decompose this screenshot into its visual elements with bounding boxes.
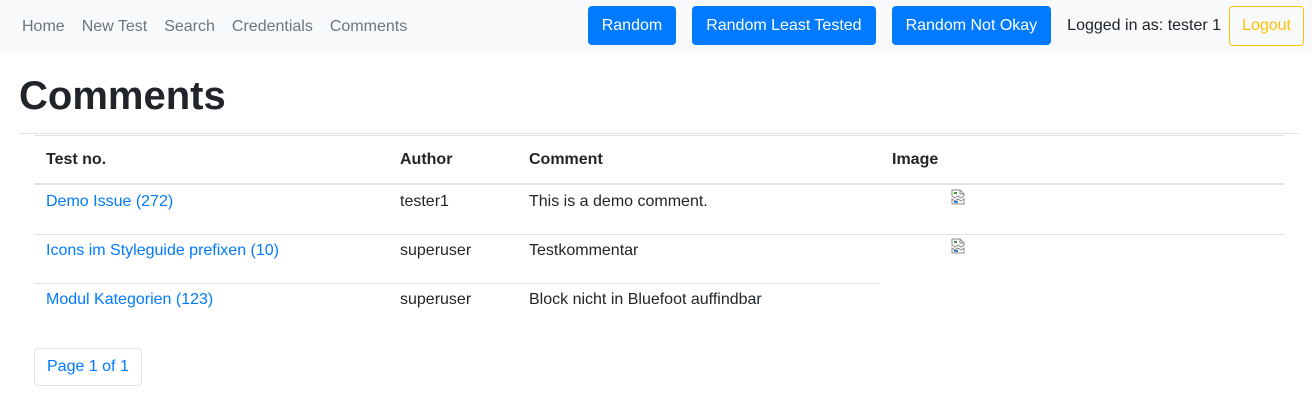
comment-cell: This is a demo comment.	[529, 193, 708, 210]
broken-image-icon	[951, 189, 965, 205]
nav-link-search[interactable]: Search	[164, 18, 215, 36]
header-test-no: Test no.	[46, 151, 107, 168]
pagination-button[interactable]: Page 1 of 1	[34, 348, 142, 386]
test-link[interactable]: Demo Issue (272)	[46, 193, 173, 211]
page-title: Comments	[19, 74, 226, 118]
nav-link-credentials[interactable]: Credentials	[232, 18, 313, 36]
table-top-border	[34, 135, 1284, 136]
random-least-tested-button[interactable]: Random Least Tested	[692, 6, 876, 45]
author-cell: superuser	[400, 242, 472, 259]
author-cell: tester1	[400, 193, 449, 210]
nav-link-home[interactable]: Home	[22, 18, 65, 36]
test-link[interactable]: Icons im Styleguide prefixen (10)	[46, 242, 279, 260]
test-link[interactable]: Modul Kategorien (123)	[46, 291, 213, 309]
top-navbar: Home New Test Search Credentials Comment…	[0, 0, 1312, 53]
comment-cell: Block nicht in Bluefoot auffindbar	[529, 291, 762, 308]
nav-links: Home New Test Search Credentials Comment…	[22, 0, 407, 53]
header-author: Author	[400, 151, 453, 168]
nav-link-new-test[interactable]: New Test	[82, 18, 148, 36]
header-image: Image	[892, 151, 939, 168]
logout-button[interactable]: Logout	[1229, 5, 1304, 46]
logged-in-status: Logged in as: tester 1	[1067, 16, 1222, 34]
row-divider	[34, 234, 1284, 235]
nav-actions: Random Random Least Tested Random Not Ok…	[587, 5, 1304, 46]
author-cell: superuser	[400, 291, 472, 308]
header-comment: Comment	[529, 151, 603, 168]
table-header-divider	[34, 183, 1284, 185]
random-not-okay-button[interactable]: Random Not Okay	[891, 6, 1052, 45]
broken-image-icon	[951, 238, 965, 254]
random-button[interactable]: Random	[587, 6, 677, 45]
nav-link-comments[interactable]: Comments	[330, 18, 407, 36]
title-divider	[19, 133, 1299, 134]
row-divider	[34, 283, 880, 284]
comment-cell: Testkommentar	[529, 242, 639, 259]
